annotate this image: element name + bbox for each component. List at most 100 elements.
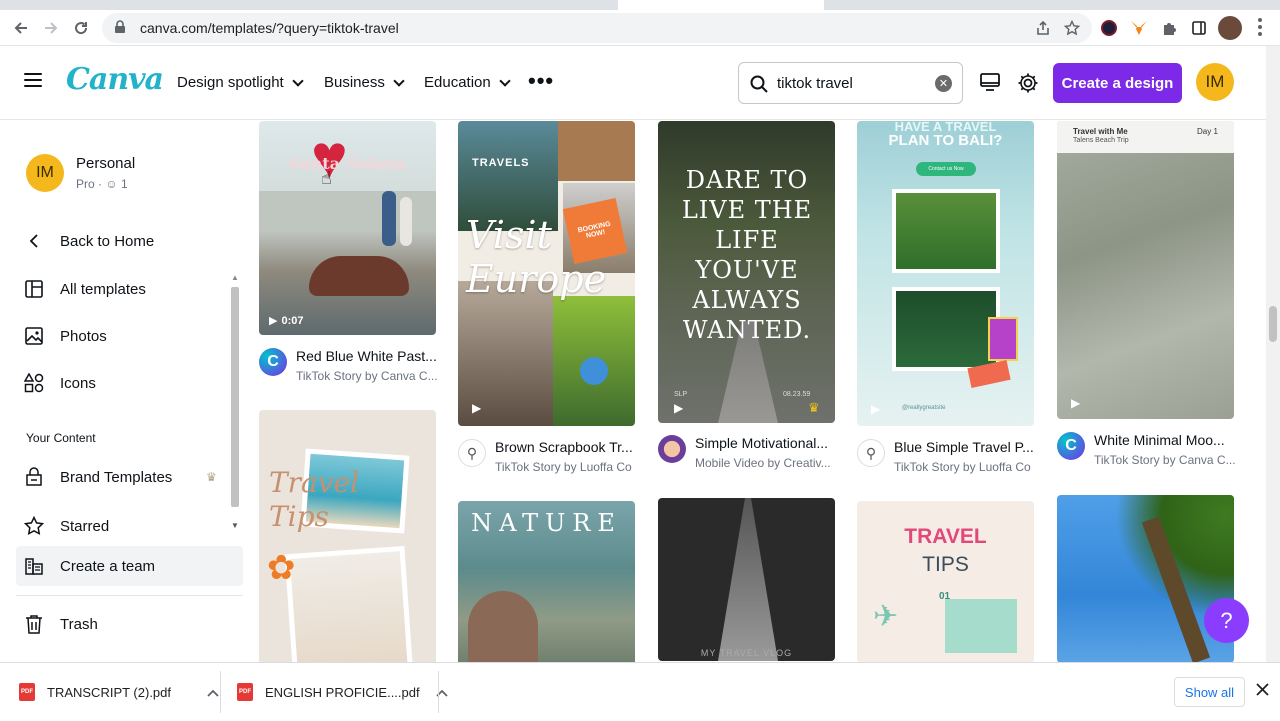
team-plan-info: Pro · ☺ 1 <box>76 177 128 191</box>
sidebar-item-trash[interactable]: Trash <box>24 614 98 634</box>
sidebar-item-icons[interactable]: Icons <box>24 373 96 393</box>
sidebar-item-brand-templates[interactable]: Brand Templates ♛ <box>24 467 218 487</box>
rice-terrace-photo <box>892 189 1000 273</box>
template-overlay-text: Travel with Me <box>1073 127 1128 136</box>
template-thumbnail[interactable]: DARE TO LIVE THE LIFE YOU'VE ALWAYS WANT… <box>658 121 835 423</box>
address-bar[interactable]: canva.com/templates/?query=tiktok-travel <box>102 13 1092 43</box>
sidebar-item-create-team[interactable]: Create a team <box>24 556 155 576</box>
template-thumbnail[interactable]: NATURE <box>458 501 635 662</box>
nav-education[interactable]: Education <box>424 74 511 91</box>
trash-icon <box>24 614 44 634</box>
clear-search-icon[interactable]: ✕ <box>935 75 952 92</box>
template-meta[interactable]: C Red Blue White Past... TikTok Story by… <box>259 348 438 383</box>
scroll-up-arrow-icon[interactable]: ▲ <box>231 273 239 282</box>
back-arrow-icon[interactable] <box>6 13 36 43</box>
hand-cursor-icon: ☝ <box>321 168 332 188</box>
sidebar-scrollbar[interactable]: ▲ ▼ <box>229 273 241 543</box>
page-scroll-thumb[interactable] <box>1269 306 1277 342</box>
shapes-icon <box>24 373 44 393</box>
template-overlay-text: PLAN TO BALI? <box>888 132 1003 149</box>
brand-icon <box>24 467 44 487</box>
reload-icon[interactable] <box>66 13 96 43</box>
template-overlay-text: MY TRAVEL VLOG <box>700 648 793 658</box>
nav-business[interactable]: Business <box>324 74 405 91</box>
download-filename: ENGLISH PROFICIE....pdf <box>265 684 420 700</box>
template-overlay-text-2: TIPS <box>922 553 969 576</box>
metamask-fox-icon[interactable] <box>1128 17 1150 39</box>
extension-k-icon[interactable] <box>1098 17 1120 39</box>
download-item[interactable]: PDF ENGLISH PROFICIE....pdf <box>237 663 448 721</box>
play-icon: ▶ <box>1071 396 1081 410</box>
template-thumbnail[interactable]: BOOKING NOW! TRAVELS Visit Europe ▶ <box>458 121 635 426</box>
template-thumbnail[interactable] <box>1057 495 1234 662</box>
sidebar-item-photos[interactable]: Photos <box>24 326 107 346</box>
downloads-bar: PDF TRANSCRIPT (2).pdf PDF ENGLISH PROFI… <box>0 662 1280 720</box>
browser-menu-icon[interactable] <box>1258 18 1264 36</box>
corner-label: SLP <box>674 391 688 398</box>
person-shape <box>468 591 538 662</box>
crown-icon: ♛ <box>808 400 820 415</box>
back-to-home-link[interactable]: Back to Home <box>24 231 154 251</box>
travels-tag: TRAVELS <box>472 157 530 169</box>
sidebar-scroll-thumb[interactable] <box>231 287 239 507</box>
chevron-down-icon <box>292 74 304 87</box>
canva-logo[interactable]: Canva <box>66 62 164 97</box>
page-scrollbar[interactable] <box>1266 46 1280 662</box>
settings-gear-icon[interactable] <box>1017 72 1039 99</box>
sidebar-item-label: Create a team <box>60 557 156 575</box>
nav-design-spotlight[interactable]: Design spotlight <box>177 74 304 91</box>
template-thumbnail[interactable]: Travel with Me Talens Beach Trip Day 1 ▶ <box>1057 121 1234 419</box>
profile-avatar[interactable] <box>1218 16 1242 40</box>
team-switcher[interactable]: IM Personal Pro · ☺ 1 <box>26 154 135 192</box>
template-thumbnail[interactable]: ♥ Santa Solana ▶ 0:07 <box>259 121 436 335</box>
photo-icon <box>24 326 44 346</box>
template-meta[interactable]: C White Minimal Moo... TikTok Story by C… <box>1057 432 1236 467</box>
team-name: Personal <box>76 155 136 172</box>
sidebar-item-all-templates[interactable]: All templates <box>24 279 146 299</box>
close-icon[interactable] <box>1256 683 1269 701</box>
more-menu-icon[interactable]: ••• <box>528 70 554 92</box>
template-title: Blue Simple Travel P... <box>894 439 1034 455</box>
search-icon <box>749 74 769 98</box>
account-avatar[interactable]: IM <box>1196 63 1234 101</box>
sidebar-divider <box>16 595 243 596</box>
team-avatar: IM <box>26 154 64 192</box>
template-meta[interactable]: ⚲ Blue Simple Travel P... TikTok Story b… <box>857 439 1034 474</box>
download-item[interactable]: PDF TRANSCRIPT (2).pdf <box>19 663 219 721</box>
share-icon[interactable] <box>1032 17 1054 39</box>
template-thumbnail[interactable]: HAVE A TRAVEL PLAN TO BALI? Contact us N… <box>857 121 1034 426</box>
sidebar-item-label: Icons <box>60 374 96 392</box>
forward-arrow-icon[interactable] <box>36 13 66 43</box>
side-panel-icon[interactable] <box>1188 17 1210 39</box>
template-thumbnail[interactable]: Travel Tips ✿ <box>259 410 436 662</box>
template-thumbnail[interactable]: TRAVEL TIPS 01 ✈ <box>857 501 1034 662</box>
star-icon <box>24 516 44 536</box>
scroll-down-arrow-icon[interactable]: ▼ <box>231 521 239 530</box>
template-creator: TikTok Story by Canva C... <box>1094 453 1236 467</box>
template-meta[interactable]: ⚲ Brown Scrapbook Tr... TikTok Story by … <box>458 439 633 474</box>
hamburger-menu-icon[interactable] <box>24 73 42 91</box>
chevron-left-icon <box>24 231 44 251</box>
airplane-icon: ✈ <box>873 600 899 633</box>
chevron-up-icon[interactable] <box>207 685 219 700</box>
person-shape <box>382 191 396 246</box>
template-meta[interactable]: Simple Motivational... Mobile Video by C… <box>658 435 831 470</box>
search-input[interactable]: tiktok travel ✕ <box>738 62 963 104</box>
duration-text: 0:07 <box>281 314 304 327</box>
template-title: Simple Motivational... <box>695 435 829 451</box>
desktop-app-icon[interactable] <box>979 72 1001 97</box>
bookmark-star-icon[interactable] <box>1061 17 1083 39</box>
template-thumbnail[interactable]: MY TRAVEL VLOG <box>658 498 835 661</box>
puzzle-extensions-icon[interactable] <box>1158 17 1180 39</box>
show-all-button[interactable]: Show all <box>1174 677 1245 707</box>
active-tab[interactable] <box>618 0 824 10</box>
sidebar-item-starred[interactable]: Starred <box>24 516 109 536</box>
globe-graphic <box>580 357 608 385</box>
canva-brand-icon: C <box>259 348 287 376</box>
create-design-button[interactable]: Create a design <box>1053 63 1182 103</box>
template-creator: TikTok Story by Luoffa Co <box>894 460 1031 474</box>
help-button[interactable]: ? <box>1204 598 1249 643</box>
template-icon <box>24 279 44 299</box>
road-shape <box>718 498 778 661</box>
url-text: canva.com/templates/?query=tiktok-travel <box>140 20 399 36</box>
